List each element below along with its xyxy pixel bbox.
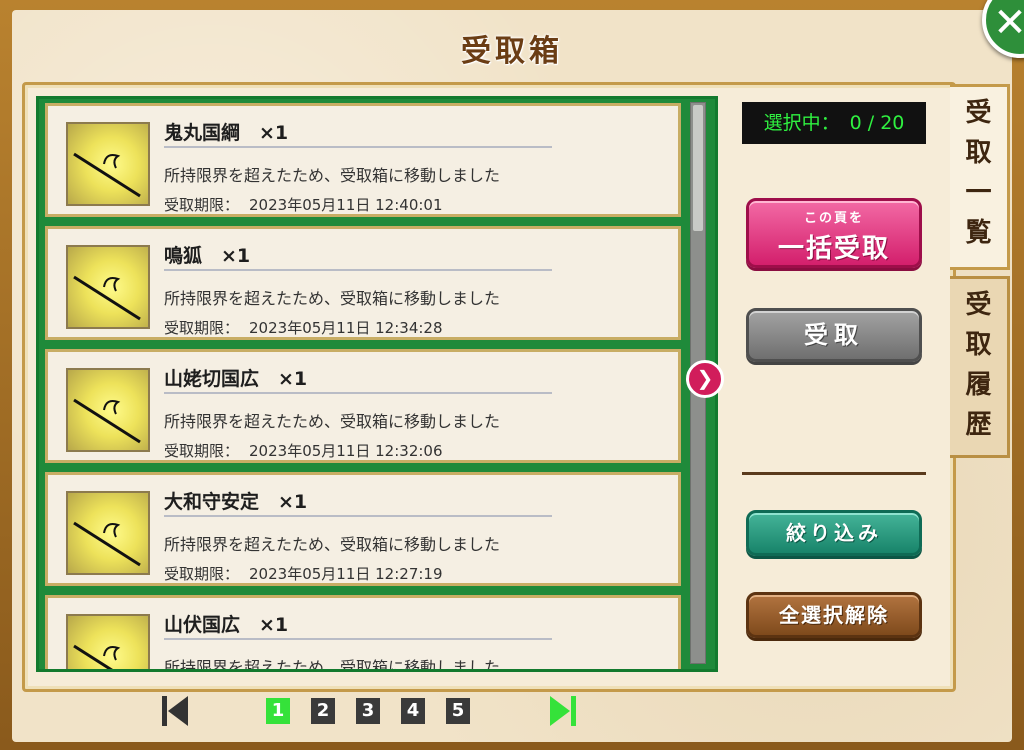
selection-counter: 選択中： 0 / 20 [742, 102, 926, 144]
tab-label-char: 取 [965, 138, 992, 168]
page-5-button[interactable]: 5 [446, 698, 470, 724]
sword-icon [66, 122, 150, 206]
deadline-label: 受取期限： [164, 442, 240, 460]
mail-item[interactable]: 大和守安定 ×1 所持限界を超えたため、受取箱に移動しました 受取期限： 2023… [45, 472, 681, 586]
bulk-receive-sublabel: この頁を [803, 211, 864, 226]
mail-item[interactable]: 鬼丸国綱 ×1 所持限界を超えたため、受取箱に移動しました 受取期限： 2023年… [45, 103, 681, 217]
first-page-button[interactable] [160, 694, 190, 728]
mail-item-divider [164, 515, 552, 517]
mail-item-deadline: 受取期限： 2023年05月11日 12:34:28 [164, 317, 443, 338]
deadline-value: 2023年05月11日 12:27:19 [249, 565, 443, 583]
mail-item-description: 所持限界を超えたため、受取箱に移動しました [164, 658, 501, 672]
mail-item-deadline: 受取期限： 2023年05月11日 12:40:01 [164, 194, 443, 215]
mail-item[interactable]: 山姥切国広 ×1 所持限界を超えたため、受取箱に移動しました 受取期限： 2023… [45, 349, 681, 463]
close-icon: ✕ [993, 0, 1024, 46]
mail-item-description: 所持限界を超えたため、受取箱に移動しました [164, 535, 501, 554]
deadline-label: 受取期限： [164, 319, 240, 337]
bulk-receive-label: 一括受取 [777, 234, 890, 264]
expand-arrow-button[interactable]: ❯ [686, 360, 724, 398]
mail-item-divider [164, 146, 552, 148]
page-3-button[interactable]: 3 [356, 698, 380, 724]
window-title: 受取箱 [461, 34, 563, 69]
receive-button[interactable]: 受取 [746, 308, 922, 362]
sword-icon [66, 614, 150, 669]
tab-receive-list[interactable]: 受 取 一 覧 [950, 84, 1010, 270]
pagination: 1 2 3 4 5 [0, 694, 1024, 730]
sword-icon [66, 491, 150, 575]
last-page-button[interactable] [548, 694, 578, 728]
skip-last-icon [550, 696, 576, 726]
page-2-button[interactable]: 2 [311, 698, 335, 724]
selection-counter-label: 選択中： [763, 112, 840, 134]
mail-item-name: 鳴狐 ×1 [164, 245, 251, 267]
mail-item-divider [164, 638, 552, 640]
deadline-label: 受取期限： [164, 565, 240, 583]
mail-item-divider [164, 269, 552, 271]
page-1-button[interactable]: 1 [266, 698, 290, 724]
side-divider [742, 472, 926, 475]
mail-item[interactable]: 山伏国広 ×1 所持限界を超えたため、受取箱に移動しました [45, 595, 681, 672]
mail-item[interactable]: 鳴狐 ×1 所持限界を超えたため、受取箱に移動しました 受取期限： 2023年05… [45, 226, 681, 340]
tab-label-char: 履 [965, 370, 992, 400]
mail-item-description: 所持限界を超えたため、受取箱に移動しました [164, 412, 501, 431]
deadline-value: 2023年05月11日 12:34:28 [249, 319, 443, 337]
mail-item-name: 大和守安定 ×1 [164, 491, 308, 513]
page-4-button[interactable]: 4 [401, 698, 425, 724]
tab-label-char: 受 [965, 290, 992, 320]
deselect-all-button[interactable]: 全選択解除 [746, 592, 922, 638]
mail-item-name: 山姥切国広 ×1 [164, 368, 308, 390]
mail-item-deadline: 受取期限： 2023年05月11日 12:32:06 [164, 440, 443, 461]
bulk-receive-button[interactable]: この頁を 一括受取 [746, 198, 922, 268]
tab-label-char: 取 [965, 330, 992, 360]
tab-receive-history[interactable]: 受 取 履 歴 [950, 276, 1010, 458]
tab-label-char: 覧 [965, 218, 992, 248]
mail-list-inner: 鬼丸国綱 ×1 所持限界を超えたため、受取箱に移動しました 受取期限： 2023年… [45, 103, 689, 672]
deadline-value: 2023年05月11日 12:32:06 [249, 442, 443, 460]
sword-icon [66, 368, 150, 452]
mail-item-divider [164, 392, 552, 394]
filter-button[interactable]: 絞り込み [746, 510, 922, 556]
tab-label-char: 歴 [965, 410, 992, 440]
mail-item-name: 山伏国広 ×1 [164, 614, 289, 636]
deadline-label: 受取期限： [164, 196, 240, 214]
sword-icon [66, 245, 150, 329]
scrollbar-thumb[interactable] [693, 105, 703, 231]
selection-counter-value: 0 / 20 [849, 112, 905, 134]
mail-item-description: 所持限界を超えたため、受取箱に移動しました [164, 166, 501, 185]
deadline-value: 2023年05月11日 12:40:01 [249, 196, 443, 214]
chevron-right-icon: ❯ [696, 366, 714, 390]
mail-list[interactable]: 鬼丸国綱 ×1 所持限界を超えたため、受取箱に移動しました 受取期限： 2023年… [36, 96, 718, 672]
skip-first-icon [162, 696, 188, 726]
mail-item-name: 鬼丸国綱 ×1 [164, 122, 289, 144]
mail-item-deadline: 受取期限： 2023年05月11日 12:27:19 [164, 563, 443, 584]
tab-label-char: 一 [965, 178, 992, 208]
mail-item-description: 所持限界を超えたため、受取箱に移動しました [164, 289, 501, 308]
tab-label-char: 受 [965, 98, 992, 128]
